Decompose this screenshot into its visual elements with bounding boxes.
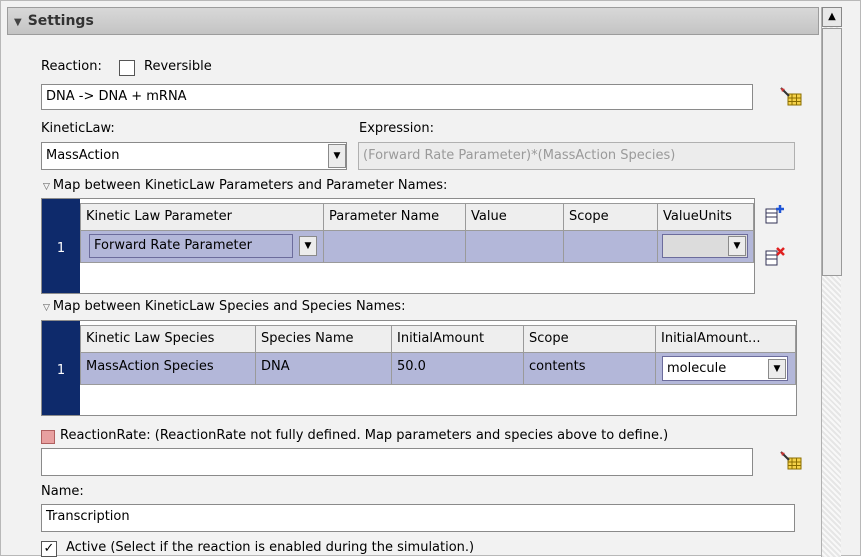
- chevron-down-icon[interactable]: ▼: [299, 236, 317, 256]
- settings-window: ▼ Settings ▲ Reaction: Reversible DNA -> …: [0, 0, 861, 557]
- reaction-editor-icon[interactable]: [779, 86, 803, 108]
- collapse-triangle-icon[interactable]: ▽: [43, 182, 50, 192]
- species-name-cell[interactable]: DNA: [256, 353, 392, 385]
- row-number[interactable]: 1: [42, 357, 80, 385]
- settings-panel-header[interactable]: ▼ Settings: [7, 7, 819, 35]
- value-units-cell[interactable]: ▼: [658, 231, 754, 263]
- chevron-down-icon[interactable]: ▼: [768, 359, 786, 379]
- species-map-title: ▽ Map between KineticLaw Species and Spec…: [43, 299, 405, 314]
- scope-cell[interactable]: [564, 231, 658, 263]
- panel-title: Settings: [27, 13, 94, 29]
- column-header-kinetic-law-parameter[interactable]: Kinetic Law Parameter: [80, 203, 324, 231]
- scroll-up-arrow-icon[interactable]: ▲: [822, 7, 842, 27]
- chevron-down-icon[interactable]: ▼: [728, 236, 746, 256]
- column-header-value[interactable]: Value: [466, 203, 564, 231]
- row-number[interactable]: 1: [42, 235, 80, 263]
- scope-cell[interactable]: contents: [524, 353, 656, 385]
- kinetic-law-label: KineticLaw:: [41, 121, 115, 136]
- parameter-name-cell[interactable]: [324, 231, 466, 263]
- species-map-title-text: Map between KineticLaw Species and Speci…: [52, 299, 406, 314]
- initial-amount-cell[interactable]: 50.0: [392, 353, 524, 385]
- column-header-scope[interactable]: Scope: [524, 325, 656, 353]
- column-header-scope[interactable]: Scope: [564, 203, 658, 231]
- expression-field: (Forward Rate Parameter)*(MassAction Spe…: [358, 142, 795, 170]
- reaction-rate-input[interactable]: [41, 448, 753, 476]
- column-header-kinetic-law-species[interactable]: Kinetic Law Species: [80, 325, 256, 353]
- name-input[interactable]: Transcription: [41, 504, 795, 532]
- column-header-parameter-name[interactable]: Parameter Name: [324, 203, 466, 231]
- column-header-initial-amount-units[interactable]: InitialAmount...: [656, 325, 796, 353]
- kinetic-law-parameter-cell[interactable]: Forward Rate Parameter ▼: [80, 231, 324, 263]
- column-header-value-units[interactable]: ValueUnits: [658, 203, 754, 231]
- active-checkbox[interactable]: ✓: [41, 541, 57, 557]
- kinetic-law-species-cell[interactable]: MassAction Species: [80, 353, 256, 385]
- warning-indicator-icon: [41, 430, 55, 444]
- name-label: Name:: [41, 484, 84, 499]
- value-cell[interactable]: [466, 231, 564, 263]
- column-header-initial-amount[interactable]: InitialAmount: [392, 325, 524, 353]
- delete-row-icon[interactable]: [763, 245, 787, 267]
- add-row-icon[interactable]: [763, 203, 787, 225]
- reversible-label: Reversible: [144, 59, 212, 74]
- reaction-rate-label: ReactionRate: (ReactionRate not fully de…: [60, 428, 669, 443]
- active-label: Active (Select if the reaction is enable…: [66, 540, 475, 555]
- chevron-down-icon[interactable]: ▼: [328, 144, 346, 168]
- collapse-triangle-icon[interactable]: ▽: [43, 303, 50, 313]
- vertical-scrollbar[interactable]: ▲: [821, 7, 842, 557]
- collapse-triangle-icon[interactable]: ▼: [14, 17, 22, 28]
- species-map-table: 1 Kinetic Law Species Species Name Initi…: [41, 320, 797, 416]
- kinetic-law-select[interactable]: MassAction: [41, 142, 347, 170]
- reaction-rate-editor-icon[interactable]: [779, 450, 803, 472]
- expression-label: Expression:: [359, 121, 434, 136]
- param-map-title-text: Map between KineticLaw Parameters and Pa…: [52, 178, 448, 193]
- param-map-title: ▽ Map between KineticLaw Parameters and P…: [43, 178, 447, 193]
- initial-amount-units-cell[interactable]: molecule ▼: [656, 353, 796, 385]
- column-header-species-name[interactable]: Species Name: [256, 325, 392, 353]
- reaction-label: Reaction:: [41, 59, 102, 74]
- reversible-checkbox[interactable]: [119, 60, 135, 76]
- parameter-map-table: 1 Kinetic Law Parameter Parameter Name V…: [41, 198, 755, 294]
- reaction-input[interactable]: DNA -> DNA + mRNA: [41, 84, 753, 110]
- scroll-thumb[interactable]: [822, 28, 842, 276]
- kinetic-law-parameter-select[interactable]: Forward Rate Parameter: [89, 234, 293, 258]
